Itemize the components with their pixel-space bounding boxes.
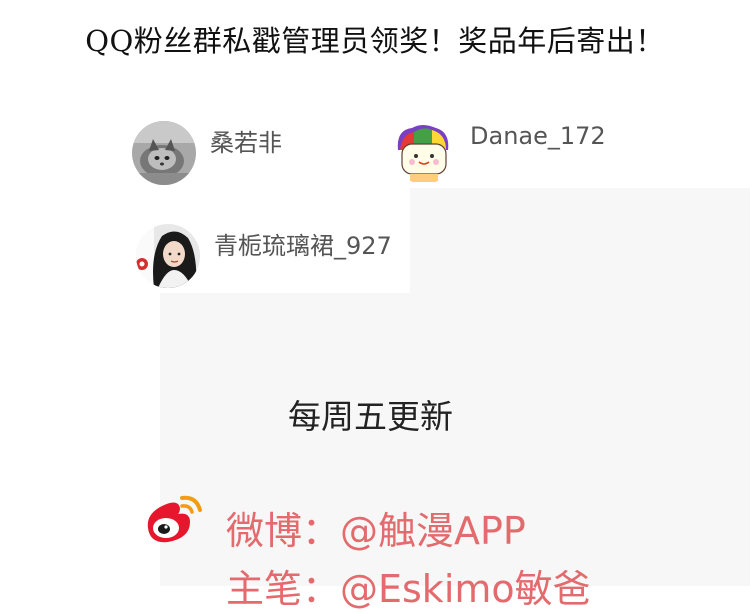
weibo-account-text: 微博：@触漫APP: [226, 509, 526, 553]
winner-item: 青栀琉璃裙_927: [136, 224, 392, 288]
girl-photo-avatar: [136, 224, 200, 288]
cat-photo-avatar: [132, 121, 196, 185]
winner-name: 桑若非: [210, 129, 282, 157]
winner-name: Danae_172: [470, 122, 606, 150]
winner-item: Danae_172: [392, 120, 606, 184]
announcement-text: QQ粉丝群私戳管理员领奖！奖品年后寄出！: [85, 24, 665, 58]
update-schedule-text: 每周五更新: [288, 397, 453, 436]
cartoon-character-avatar: [392, 120, 456, 184]
winner-item: 桑若非: [132, 121, 282, 185]
weibo-logo-icon: [144, 494, 206, 546]
winner-name: 青栀琉璃裙_927: [214, 232, 392, 260]
